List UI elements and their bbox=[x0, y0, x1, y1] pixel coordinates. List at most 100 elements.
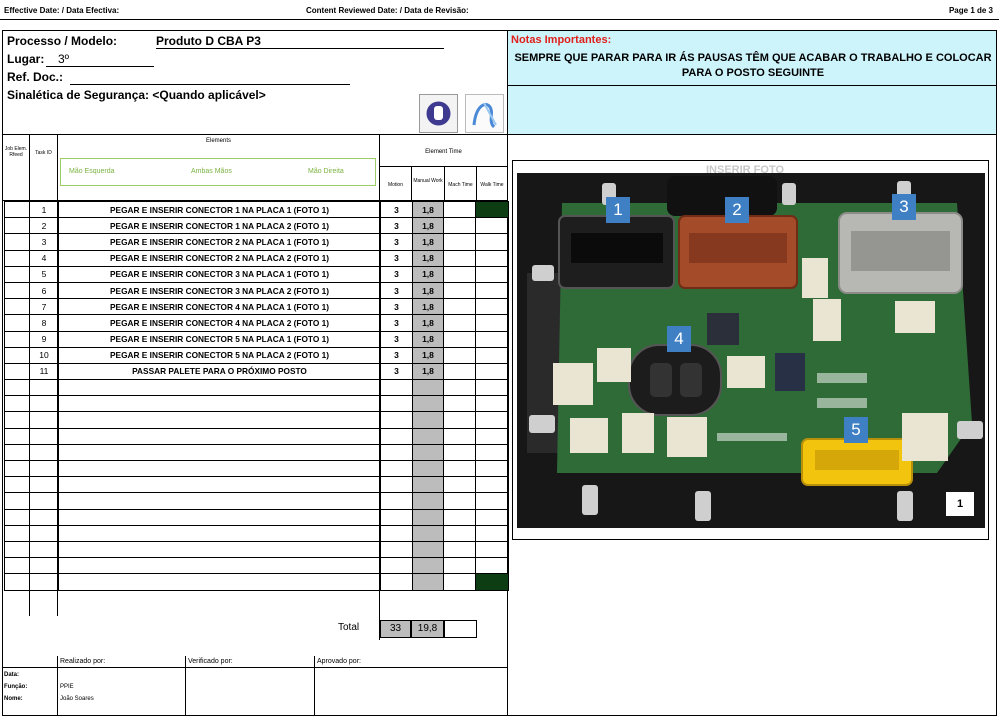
task-id: 7 bbox=[29, 298, 59, 316]
step-description: PEGAR E INSERIR CONECTOR 3 NA PLACA 1 (F… bbox=[58, 265, 381, 283]
table-row: 4 PEGAR E INSERIR CONECTOR 2 NA PLACA 2 (… bbox=[4, 249, 509, 267]
element-time-header: Element Time bbox=[425, 149, 462, 155]
table-row bbox=[4, 395, 509, 413]
place-label: Lugar: bbox=[7, 52, 45, 66]
table-row bbox=[4, 443, 509, 462]
task-id: 3 bbox=[29, 233, 59, 251]
connector-4 bbox=[628, 344, 722, 416]
table-row bbox=[4, 379, 509, 397]
manual-value: 1,8 bbox=[412, 330, 444, 348]
table-row bbox=[4, 459, 509, 478]
notes-title: Notas Importantes: bbox=[511, 34, 612, 46]
motion-value: 3 bbox=[380, 330, 413, 348]
motion-value: 3 bbox=[380, 249, 413, 267]
manual-value: 1,8 bbox=[412, 217, 444, 235]
table-row bbox=[4, 476, 509, 494]
notes-box bbox=[508, 31, 996, 134]
task-id: 2 bbox=[29, 217, 59, 235]
job-elem-header: Job Elem. Rfeed bbox=[4, 146, 28, 158]
total-label: Total bbox=[338, 622, 360, 633]
elements-header: Elements bbox=[205, 138, 231, 144]
process-value: Produto D CBA P3 bbox=[156, 34, 444, 49]
manual-value: 1,8 bbox=[412, 233, 444, 251]
task-id: 4 bbox=[29, 249, 59, 267]
notes-text: SEMPRE QUE PARAR PARA IR ÁS PAUSAS TÊM Q… bbox=[514, 52, 992, 79]
step-description: PEGAR E INSERIR CONECTOR 2 NA PLACA 2 (F… bbox=[58, 249, 381, 267]
marker-5: 5 bbox=[844, 417, 868, 443]
walk-time-fill bbox=[475, 573, 509, 591]
marker-2: 2 bbox=[725, 197, 749, 223]
total-mach bbox=[444, 620, 477, 638]
left-hand-label: Mão Esquerda bbox=[69, 168, 115, 175]
connector-2 bbox=[678, 215, 798, 289]
motion-value: 3 bbox=[380, 362, 413, 381]
task-id: 9 bbox=[29, 330, 59, 348]
table-row: 9 PEGAR E INSERIR CONECTOR 5 NA PLACA 1 (… bbox=[4, 330, 509, 348]
manual-value: 1,8 bbox=[412, 298, 444, 316]
step-description: PEGAR E INSERIR CONECTOR 1 NA PLACA 1 (F… bbox=[58, 200, 381, 219]
table-row bbox=[4, 427, 509, 445]
content-reviewed-label: Content Reviewed Date: / Data de Revisão… bbox=[306, 6, 469, 15]
table-row: 5 PEGAR E INSERIR CONECTOR 3 NA PLACA 1 (… bbox=[4, 265, 509, 283]
motion-value: 3 bbox=[380, 281, 413, 300]
total-manual: 19,8 bbox=[411, 620, 444, 638]
connector-1 bbox=[558, 215, 675, 289]
task-id: 10 bbox=[29, 346, 59, 364]
motion-value: 3 bbox=[380, 217, 413, 235]
marker-3: 3 bbox=[892, 194, 916, 220]
ref-doc-label: Ref. Doc.: bbox=[7, 70, 64, 84]
function-value: PPIE bbox=[60, 684, 74, 690]
motion-value: 3 bbox=[380, 233, 413, 251]
signoff-divider bbox=[2, 667, 508, 668]
walk-time-fill bbox=[475, 200, 509, 219]
motion-value: 3 bbox=[380, 346, 413, 364]
table-row: 6 PEGAR E INSERIR CONECTOR 3 NA PLACA 2 (… bbox=[4, 281, 509, 300]
task-id: 8 bbox=[29, 314, 59, 332]
table-row bbox=[4, 540, 509, 559]
safety-glove-icon bbox=[419, 94, 458, 133]
manual-value: 1,8 bbox=[412, 249, 444, 267]
signoff-col-3 bbox=[314, 656, 315, 716]
verified-by-label: Verificado por: bbox=[188, 658, 233, 665]
total-motion: 33 bbox=[380, 620, 411, 638]
manual-value: 1,8 bbox=[412, 200, 444, 219]
page-number: Page 1 de 3 bbox=[948, 6, 993, 15]
step-description: PEGAR E INSERIR CONECTOR 2 NA PLACA 1 (F… bbox=[58, 233, 381, 251]
table-row: 11 PASSAR PALETE PARA O PRÓXIMO POSTO 3 1,8 bbox=[4, 362, 509, 381]
manual-value: 1,8 bbox=[412, 281, 444, 300]
made-by-label: Realizado por: bbox=[60, 658, 106, 665]
step-description: PEGAR E INSERIR CONECTOR 5 NA PLACA 1 (F… bbox=[58, 330, 381, 348]
ref-doc-line bbox=[70, 84, 350, 85]
approved-by-label: Aprovado por: bbox=[317, 658, 361, 665]
table-row bbox=[4, 508, 509, 526]
step-description: PEGAR E INSERIR CONECTOR 5 NA PLACA 2 (F… bbox=[58, 346, 381, 364]
table-row bbox=[4, 524, 509, 542]
marker-4: 4 bbox=[667, 326, 691, 352]
date-label: Data: bbox=[4, 672, 20, 678]
steps-table: 1 PEGAR E INSERIR CONECTOR 1 NA PLACA 1 (… bbox=[4, 200, 509, 591]
hands-box: Mão Esquerda Ambas Mãos Mão Direita bbox=[60, 158, 376, 186]
task-id: 6 bbox=[29, 281, 59, 300]
step-description: PEGAR E INSERIR CONECTOR 4 NA PLACA 2 (F… bbox=[58, 314, 381, 332]
header-divider bbox=[0, 19, 999, 20]
info-divider bbox=[2, 134, 508, 135]
table-row: 3 PEGAR E INSERIR CONECTOR 2 NA PLACA 1 (… bbox=[4, 233, 509, 251]
notes-bottom bbox=[508, 134, 997, 135]
table-row: 7 PEGAR E INSERIR CONECTOR 4 NA PLACA 1 (… bbox=[4, 298, 509, 316]
walk-time-header: Walk Time bbox=[480, 182, 504, 188]
step-description: PASSAR PALETE PARA O PRÓXIMO POSTO bbox=[58, 362, 381, 381]
motion-value: 3 bbox=[380, 314, 413, 332]
task-id-header: Task ID bbox=[35, 150, 52, 156]
manual-value: 1,8 bbox=[412, 362, 444, 381]
marker-1: 1 bbox=[606, 197, 630, 223]
safety-label: Sinalética de Segurança: <Quando aplicáv… bbox=[7, 88, 266, 102]
manual-work-header: Manual Work bbox=[413, 178, 443, 184]
mach-time-header: Mach Time bbox=[448, 182, 473, 188]
table-row: 8 PEGAR E INSERIR CONECTOR 4 NA PLACA 2 (… bbox=[4, 314, 509, 332]
photo-number-label: 1 bbox=[946, 492, 974, 516]
right-hand-label: Mão Direita bbox=[308, 168, 344, 175]
name-value: João Soares bbox=[60, 696, 94, 702]
step-description: PEGAR E INSERIR CONECTOR 1 NA PLACA 2 (F… bbox=[58, 217, 381, 235]
name-label: Nome: bbox=[4, 696, 23, 702]
manual-value: 1,8 bbox=[412, 265, 444, 283]
